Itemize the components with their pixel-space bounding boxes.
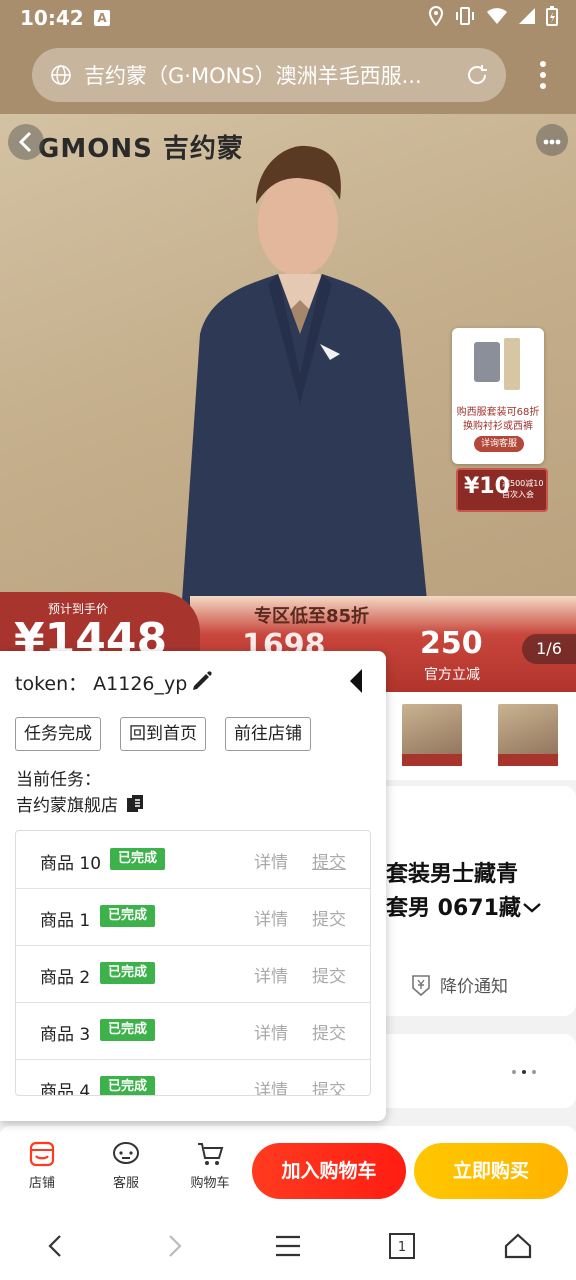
price-drop-notify-label: 降价通知 — [440, 977, 508, 997]
task-detail-link[interactable]: 详情 — [254, 848, 288, 873]
back-button[interactable] — [8, 124, 44, 160]
task-submit-link[interactable]: 提交 — [312, 848, 346, 873]
product-image-carousel[interactable]: GMONS 吉约蒙 购西服套装可68折 换购衬衫或西裤 详询客服 ¥10 满50… — [0, 114, 576, 692]
url-text[interactable]: 吉约蒙（G·MONS）澳洲羊毛西服... — [84, 60, 444, 90]
task-name: 商品 1 — [40, 911, 91, 931]
task-row: 商品 2 已完成 详情 提交 — [16, 945, 370, 1003]
service-button[interactable]: 客服 — [96, 1140, 156, 1191]
token-label: token： — [15, 673, 88, 695]
promo-text: 购西服套装可68折 换购衬衫或西裤 — [456, 407, 540, 432]
task-row: 商品 4 已完成 详情 提交 — [16, 1059, 370, 1096]
status-badge: 已完成 — [100, 1019, 156, 1041]
copy-icon[interactable] — [126, 794, 144, 814]
nav-menu-icon[interactable] — [272, 1230, 304, 1262]
current-task-label: 当前任务： — [16, 770, 101, 790]
cart-icon — [198, 1143, 224, 1165]
task-name: 商品 4 — [40, 1082, 91, 1096]
coupon-subtext: 满500减10 首次入会 — [502, 479, 544, 499]
task-row: 商品 1 已完成 详情 提交 — [16, 888, 370, 946]
shirt-pants-image — [474, 338, 520, 390]
status-icons — [428, 6, 558, 26]
url-bar[interactable]: 吉约蒙（G·MONS）澳洲羊毛西服... — [32, 48, 506, 102]
edit-icon[interactable] — [190, 669, 214, 693]
more-icon — [543, 139, 561, 145]
go-store-button[interactable]: 前往店铺 — [225, 717, 311, 751]
product-title-line1: 套装男士藏青 — [386, 862, 519, 887]
task-name: 商品 3 — [40, 1025, 91, 1045]
token-display: token： A1126_yp — [15, 669, 187, 696]
task-row: 商品 10 已完成 详情 提交 — [16, 831, 370, 889]
bottom-action-bar: 店铺 客服 购物车 加入购物车 立即购买 — [0, 1132, 576, 1210]
a-icon: A — [94, 10, 110, 26]
promo-card[interactable]: 购西服套装可68折 换购衬衫或西裤 详询客服 — [452, 328, 544, 464]
chevron-down-icon — [523, 903, 541, 913]
task-complete-button[interactable]: 任务完成 — [15, 717, 101, 751]
shop-label: 店铺 — [28, 1176, 55, 1191]
product-title-line2-text: 套男 0671藏 — [386, 896, 521, 921]
nav-forward-icon[interactable] — [158, 1230, 190, 1262]
nav-back-icon[interactable] — [40, 1230, 72, 1262]
thumbnail-image[interactable] — [498, 704, 558, 766]
task-name: 商品 10 — [40, 854, 102, 874]
shop-button[interactable]: 店铺 — [12, 1140, 72, 1191]
nav-home-icon[interactable] — [502, 1230, 534, 1262]
wifi-icon — [487, 8, 507, 24]
chevron-left-icon — [18, 131, 32, 153]
collapse-panel-icon[interactable] — [346, 667, 366, 695]
coupon-badge[interactable]: ¥10 满500减10 首次入会 — [456, 468, 548, 512]
reload-icon[interactable] — [464, 62, 490, 88]
image-pager: 1/6 — [522, 634, 576, 664]
status-bar: 10:42 A — [0, 0, 576, 36]
task-name: 商品 2 — [40, 968, 91, 988]
browser-toolbar: 吉约蒙（G·MONS）澳洲羊毛西服... — [0, 36, 576, 114]
discount-label: 官方立减 — [424, 667, 480, 683]
globe-icon — [51, 65, 71, 85]
status-badge: 已完成 — [110, 848, 166, 870]
task-detail-link[interactable]: 详情 — [254, 1019, 288, 1044]
task-submit-link[interactable]: 提交 — [312, 1076, 346, 1095]
task-panel: token： A1126_yp 任务完成 回到首页 前往店铺 当前任务： 吉约蒙旗… — [0, 651, 386, 1121]
price-tag-icon — [412, 974, 430, 996]
task-detail-link[interactable]: 详情 — [254, 1076, 288, 1095]
task-detail-link[interactable]: 详情 — [254, 905, 288, 930]
go-home-button[interactable]: 回到首页 — [120, 717, 206, 751]
status-badge: 已完成 — [100, 905, 156, 927]
service-icon — [113, 1142, 139, 1164]
nav-tabs-icon[interactable]: 1 — [386, 1230, 418, 1262]
promo-button[interactable]: 详询客服 — [474, 436, 524, 452]
service-label: 客服 — [112, 1176, 139, 1191]
status-time: 10:42 — [20, 6, 84, 30]
price-drop-notify[interactable]: 降价通知 — [410, 972, 508, 997]
signal-icon — [519, 8, 535, 24]
status-badge: 已完成 — [100, 1076, 156, 1095]
navigation-bar: 1 — [0, 1210, 576, 1280]
shop-icon — [29, 1141, 55, 1167]
page-dots — [512, 1070, 536, 1074]
svg-text:1: 1 — [398, 1240, 406, 1255]
battery-icon — [546, 6, 558, 26]
cart-button[interactable]: 购物车 — [180, 1140, 240, 1191]
zone-discount-text: 专区低至85折 — [254, 606, 370, 627]
vibrate-icon — [456, 7, 474, 25]
status-badge: 已完成 — [100, 962, 156, 984]
task-list: 商品 10 已完成 详情 提交 商品 1 已完成 详情 提交 商品 2 已完成 … — [15, 830, 371, 1096]
task-detail-link[interactable]: 详情 — [254, 962, 288, 987]
cart-label: 购物车 — [190, 1176, 230, 1191]
location-icon — [428, 6, 444, 26]
task-row: 商品 3 已完成 详情 提交 — [16, 1002, 370, 1060]
thumbnail-image[interactable] — [402, 704, 462, 766]
shop-name: 吉约蒙旗舰店 — [16, 796, 118, 816]
add-to-cart-button[interactable]: 加入购物车 — [252, 1143, 406, 1199]
task-submit-link[interactable]: 提交 — [312, 1019, 346, 1044]
task-submit-link[interactable]: 提交 — [312, 962, 346, 987]
browser-menu-icon[interactable] — [540, 60, 546, 90]
product-title-line2[interactable]: 套男 0671藏 — [386, 890, 543, 922]
task-submit-link[interactable]: 提交 — [312, 905, 346, 930]
current-shop: 吉约蒙旗舰店 — [16, 791, 144, 816]
discount-amount: 250 — [420, 626, 483, 661]
token-value: A1126_yp — [93, 673, 188, 695]
suit-model-image — [180, 145, 430, 630]
buy-now-button[interactable]: 立即购买 — [414, 1143, 568, 1199]
more-button[interactable] — [536, 124, 568, 156]
